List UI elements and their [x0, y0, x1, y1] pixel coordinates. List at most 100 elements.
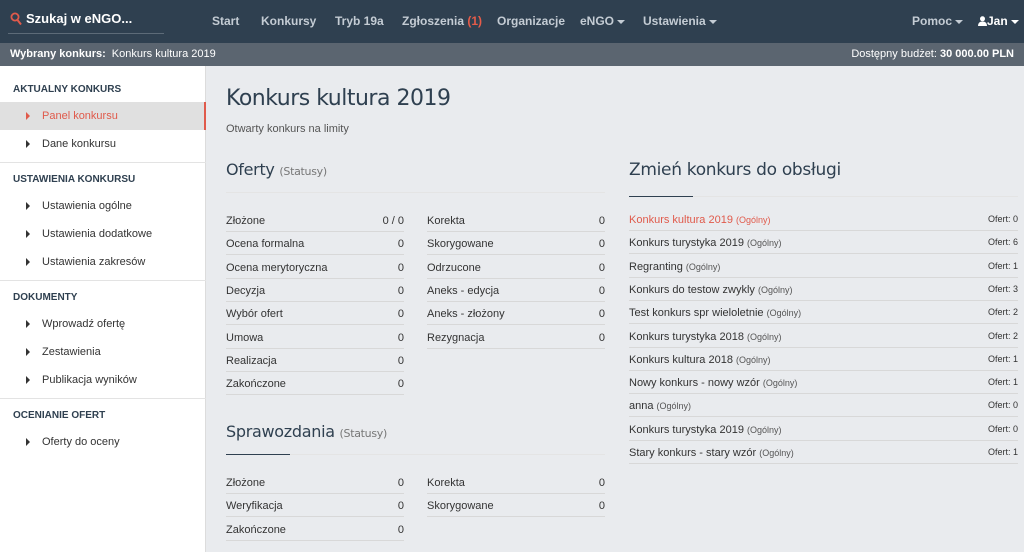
contest-list-item[interactable]: Konkurs do testow zwykly (Ogólny) Ofert: … [629, 278, 1018, 301]
nav-ustawienia-dropdown[interactable]: Ustawienia [643, 14, 717, 28]
change-contest-title: Zmień konkurs do obsługi [629, 160, 841, 180]
status-name: Skorygowane [427, 238, 494, 251]
main-content: Konkurs kultura 2019 Otwarty konkurs na … [207, 66, 1024, 552]
nav-engo-dropdown[interactable]: eNGO [580, 14, 626, 28]
status-name: Odrzucone [427, 261, 481, 274]
contest-list-item[interactable]: Stary konkurs - stary wzór (Ogólny) Ofert… [629, 441, 1018, 464]
status-count: 0 [598, 284, 605, 297]
sidebar-item-ustawienia-zakresow[interactable]: Ustawienia zakresów [0, 248, 206, 276]
sidebar-item-dane-konkursu[interactable]: Dane konkursu [0, 130, 206, 158]
status-name: Zakończone [226, 523, 286, 536]
nav-konkursy[interactable]: Konkursy [261, 14, 316, 28]
nav-start[interactable]: Start [212, 14, 239, 28]
nav-zgloszenia[interactable]: Zgłoszenia (1) [402, 14, 482, 28]
nav-engo-label: eNGO [580, 14, 615, 28]
title-underline [629, 196, 693, 197]
status-row: Zakończone 0 [226, 372, 404, 396]
contest-link[interactable]: Konkurs kultura 2019 (Ogólny) [629, 214, 771, 226]
user-icon [978, 16, 987, 26]
nav-organizacje[interactable]: Organizacje [497, 14, 565, 28]
contest-type: (Ogólny) [758, 284, 793, 295]
contest-link[interactable]: Test konkurs spr wieloletnie (Ogólny) [629, 307, 801, 319]
search-box[interactable]: Szukaj w eNGO... [8, 9, 164, 34]
contest-name: Nowy konkurs - nowy wzór [629, 377, 760, 390]
sidebar-item-publikacja-wynikow[interactable]: Publikacja wyników [0, 366, 206, 394]
contest-link[interactable]: Nowy konkurs - nowy wzór (Ogólny) [629, 377, 797, 389]
contest-link[interactable]: Regranting (Ogólny) [629, 261, 720, 273]
status-row: Skorygowane 0 [427, 232, 605, 256]
contest-type: (Ogólny) [685, 261, 721, 272]
sidebar-item-panel-konkursu[interactable]: Panel konkursu [0, 102, 206, 130]
sidebar-item-label: Ustawienia zakresów [42, 256, 146, 268]
nav-help-dropdown[interactable]: Pomoc [912, 14, 964, 28]
sidebar-item-zestawienia[interactable]: Zestawienia [0, 338, 206, 366]
nav-zgloszenia-label: Zgłoszenia [402, 14, 465, 28]
chevron-down-icon [708, 19, 717, 24]
status-row: Rezygnacja 0 [427, 326, 605, 349]
sidebar-divider [0, 398, 206, 399]
contest-list-item[interactable]: Test konkurs spr wieloletnie (Ogólny) Ofe… [629, 301, 1018, 325]
status-name: Korekta [427, 477, 465, 489]
contest-link[interactable]: Konkurs turystyka 2018 (Ogólny) [629, 331, 782, 343]
contest-list-item[interactable]: Konkurs kultura 2019 (Ogólny) Ofert: 0 [629, 208, 1018, 231]
contest-offer-count: Ofert: 6 [987, 237, 1018, 248]
contest-link[interactable]: Konkurs kultura 2018 (Ogólny) [629, 354, 771, 366]
contest-link[interactable]: Konkurs turystyka 2019 (Ogólny) [629, 424, 782, 436]
sidebar-section-title: AKTUALNY KONKURS [13, 84, 122, 95]
contest-type: (Ogólny) [759, 448, 794, 458]
status-name: Wybór ofert [226, 308, 283, 321]
sidebar-item-ustawienia-dodatkowe[interactable]: Ustawienia dodatkowe [0, 220, 206, 248]
status-row: Złożone 0 [226, 471, 404, 494]
top-navbar: Szukaj w eNGO... Start Konkursy Tryb 19a… [0, 0, 1024, 43]
status-count: 0 [598, 308, 605, 321]
status-name: Skorygowane [427, 500, 494, 513]
status-name: Zakończone [226, 378, 286, 391]
status-name: Złożone [226, 477, 266, 489]
sidebar-item-ustawienia-ogolne[interactable]: Ustawienia ogólne [0, 192, 206, 220]
contest-list-item[interactable]: Konkurs turystyka 2019 (Ogólny) Ofert: 6 [629, 231, 1018, 255]
user-menu[interactable]: Jan [978, 14, 1019, 28]
contest-list-item[interactable]: Konkurs turystyka 2018 (Ogólny) Ofert: 2 [629, 325, 1018, 348]
status-count: 0 [397, 523, 404, 536]
contest-link[interactable]: anna (Ogólny) [629, 400, 691, 412]
notification-count: (1) [467, 14, 483, 28]
sidebar-item-label: Publikacja wyników [42, 374, 137, 386]
contest-list-item[interactable]: Regranting (Ogólny) Ofert: 1 [629, 255, 1018, 278]
contest-list-item[interactable]: anna (Ogólny) Ofert: 0 [629, 394, 1018, 418]
contest-offer-count: Ofert: 1 [987, 260, 1018, 271]
contest-list-item[interactable]: Konkurs kultura 2018 (Ogólny) Ofert: 1 [629, 348, 1018, 371]
contest-list-item[interactable]: Nowy konkurs - nowy wzór (Ogólny) Ofert: … [629, 371, 1018, 395]
status-count: 0 [598, 477, 605, 489]
status-name: Realizacja [226, 354, 277, 367]
budget-prefix: Dostępny budżet: [851, 48, 937, 60]
contest-offer-count: Ofert: 1 [987, 377, 1018, 388]
contest-name: Konkurs kultura 2019 [629, 214, 733, 226]
caret-right-icon [26, 258, 30, 266]
contest-offer-count: Ofert: 1 [987, 447, 1018, 457]
caret-right-icon [26, 320, 30, 328]
contest-name: Test konkurs spr wieloletnie [629, 307, 764, 320]
contest-link[interactable]: Konkurs do testow zwykly (Ogólny) [629, 284, 793, 296]
status-name: Korekta [427, 215, 465, 227]
status-count: 0 [598, 500, 605, 513]
nav-tryb-19a[interactable]: Tryb 19a [335, 14, 384, 28]
status-name: Rezygnacja [427, 331, 485, 344]
contest-link[interactable]: Konkurs turystyka 2019 (Ogólny) [629, 237, 782, 249]
caret-right-icon [26, 112, 30, 120]
status-row: Decyzja 0 [226, 279, 404, 302]
search-icon [10, 12, 22, 29]
status-count: 0 [397, 284, 404, 297]
contest-type: (Ogólny) [747, 424, 782, 435]
contest-offer-count: Ofert: 0 [987, 400, 1018, 411]
sidebar-item-wprowadz-oferte[interactable]: Wprowadź ofertę [0, 310, 206, 338]
search-label: Szukaj w eNGO... [26, 11, 133, 26]
sidebar-item-label: Wprowadź ofertę [42, 318, 126, 330]
chevron-down-icon [1010, 19, 1019, 24]
status-name: Ocena merytoryczna [226, 261, 328, 274]
contest-link[interactable]: Stary konkurs - stary wzór (Ogólny) [629, 447, 794, 459]
contest-list-item[interactable]: Konkurs turystyka 2019 (Ogólny) Ofert: 0 [629, 418, 1018, 441]
user-name: Jan [987, 14, 1008, 28]
status-count: 0 [397, 261, 404, 274]
sidebar-item-label: Panel konkursu [42, 110, 118, 122]
sidebar-item-oferty-do-oceny[interactable]: Oferty do oceny [0, 428, 206, 456]
